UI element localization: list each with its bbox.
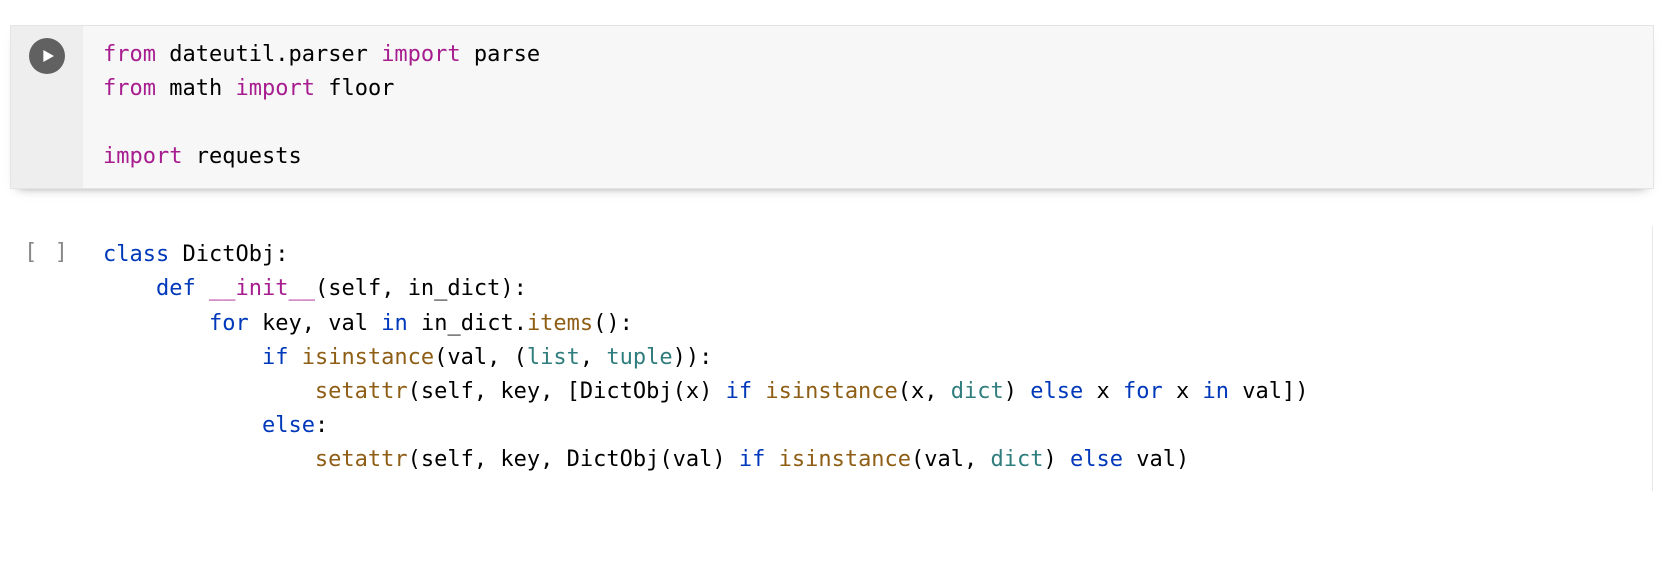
cell-gutter: [ ] <box>11 226 83 270</box>
notebook: from dateutil.parser import parse from m… <box>0 0 1664 512</box>
exec-indicator: [ ] <box>24 236 70 270</box>
run-cell-button[interactable] <box>29 38 65 74</box>
play-icon <box>40 48 56 64</box>
code-cell[interactable]: from dateutil.parser import parse from m… <box>10 25 1654 189</box>
code-editor[interactable]: class DictObj: def __init__(self, in_dic… <box>83 226 1653 491</box>
code-editor[interactable]: from dateutil.parser import parse from m… <box>83 26 1653 188</box>
code-cell[interactable]: [ ] class DictObj: def __init__(self, in… <box>10 225 1654 492</box>
cell-gutter <box>11 26 83 188</box>
